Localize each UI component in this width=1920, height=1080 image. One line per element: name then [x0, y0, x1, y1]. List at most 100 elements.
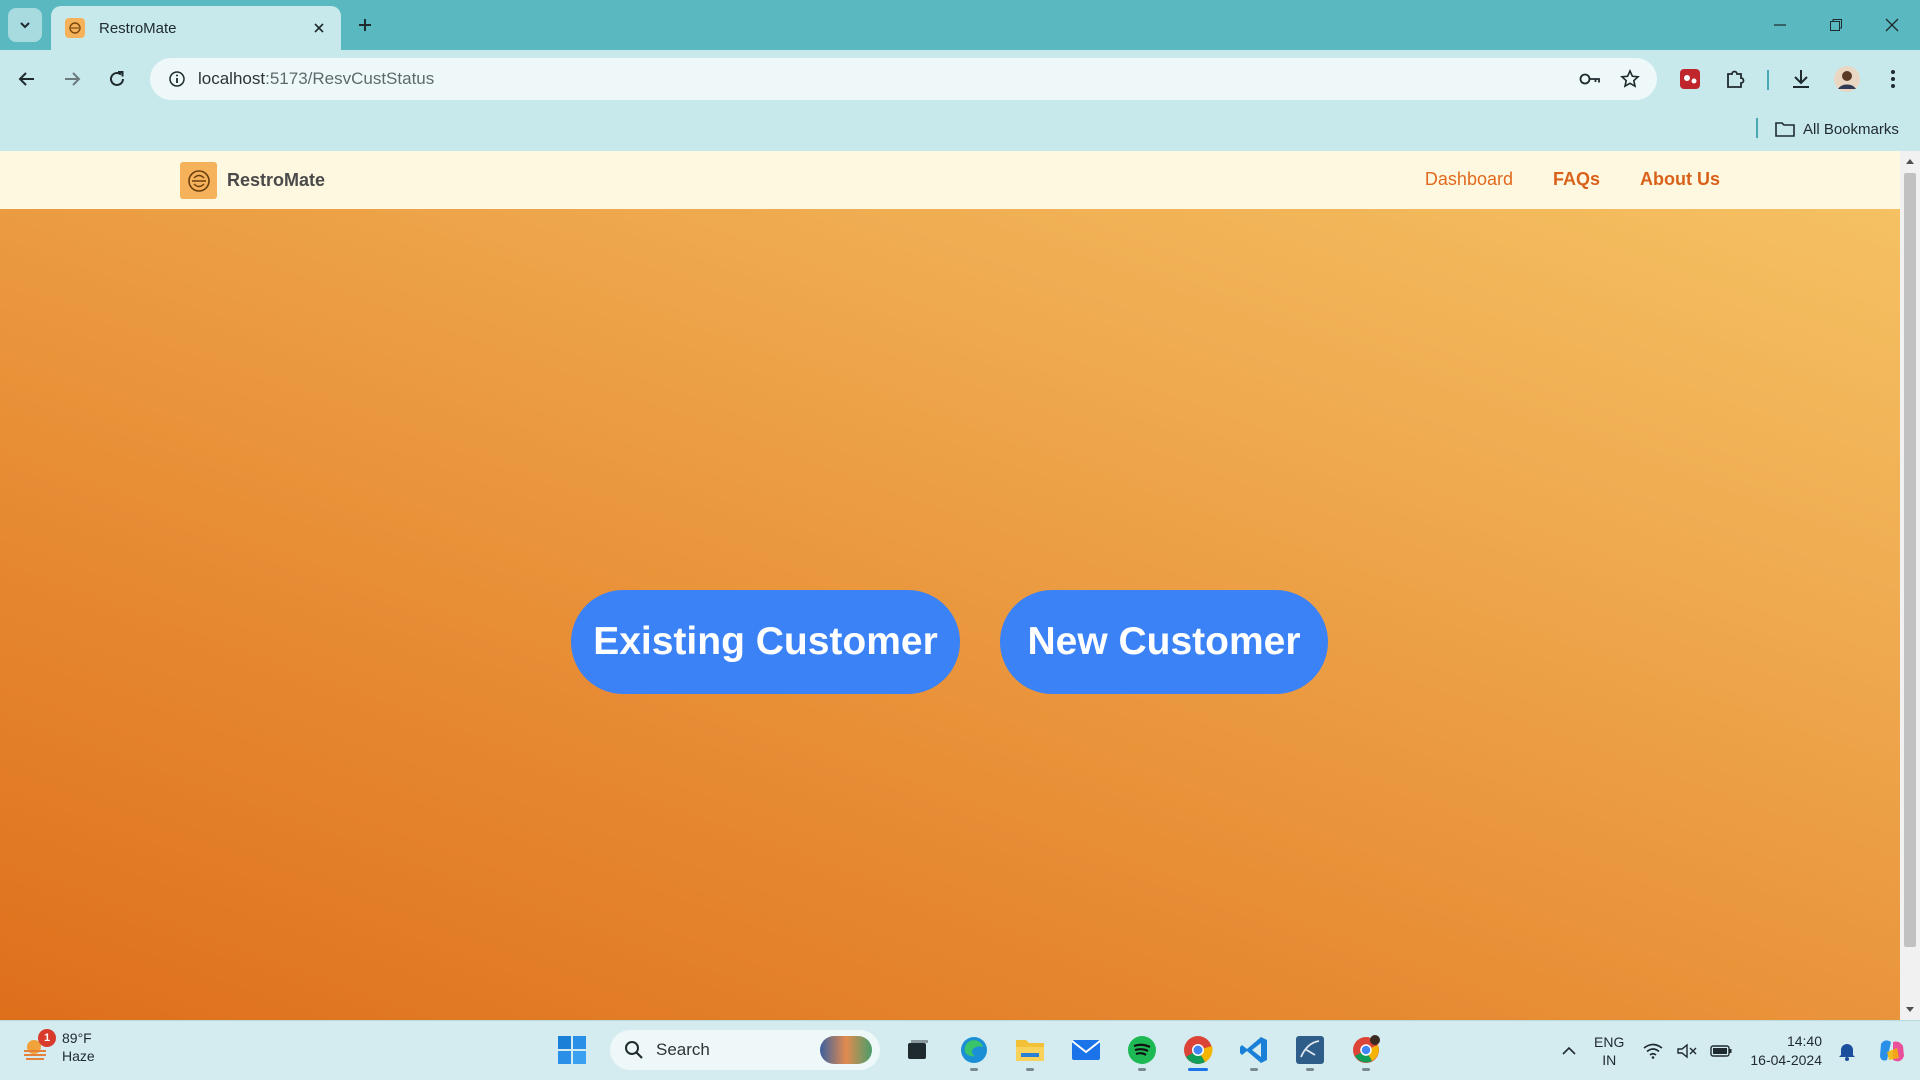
downloads-button[interactable]: [1786, 64, 1816, 94]
running-indicator: [1138, 1068, 1146, 1071]
taskbar-clock[interactable]: 14:40 16-04-2024: [1750, 1032, 1822, 1070]
nav-dashboard-link[interactable]: Dashboard: [1425, 169, 1513, 190]
spotify-icon[interactable]: [1124, 1029, 1160, 1071]
copilot-icon[interactable]: [1876, 1035, 1908, 1067]
page-viewport: RestroMate Dashboard FAQs About Us Exist…: [0, 151, 1920, 1020]
close-tab-icon[interactable]: [309, 18, 329, 38]
all-bookmarks-button[interactable]: All Bookmarks: [1775, 116, 1899, 142]
vscode-icon[interactable]: [1236, 1029, 1272, 1071]
existing-customer-button[interactable]: Existing Customer: [571, 590, 960, 694]
tab-search-button[interactable]: [8, 8, 42, 42]
edge-icon[interactable]: [956, 1029, 992, 1071]
running-indicator: [1026, 1068, 1034, 1071]
extensions-menu-button[interactable]: [1720, 64, 1750, 94]
folder-icon: [1775, 122, 1795, 137]
running-indicator: [1362, 1068, 1370, 1071]
puzzle-icon: [1727, 70, 1745, 88]
reload-button[interactable]: [102, 64, 132, 94]
notification-bell-icon[interactable]: [1836, 1040, 1858, 1062]
star-icon: [1620, 69, 1640, 88]
restore-window-button[interactable]: [1808, 0, 1864, 50]
page-scrollbar[interactable]: [1900, 151, 1920, 1020]
customer-status-section: Existing Customer New Customer: [0, 209, 1900, 1020]
scrollbar-thumb[interactable]: [1904, 173, 1916, 947]
profile-button[interactable]: [1832, 64, 1862, 94]
brand[interactable]: RestroMate: [180, 162, 325, 199]
language-region: IN: [1602, 1052, 1617, 1068]
taskbar-search-label: Search: [656, 1040, 710, 1059]
minimize-icon: [1774, 24, 1786, 26]
avatar: [1834, 66, 1860, 92]
windows-taskbar: 1 89°F Haze Search ENG IN 14:40 16-04-20…: [0, 1020, 1920, 1080]
extension-app-icon: [1680, 69, 1700, 89]
password-key-button[interactable]: [1577, 66, 1603, 92]
show-hidden-icons-chevron-icon[interactable]: [1558, 1040, 1580, 1062]
reload-icon: [110, 71, 124, 86]
nav-about-us-link[interactable]: About Us: [1640, 169, 1720, 190]
back-button[interactable]: [12, 64, 42, 94]
chrome-profile-icon[interactable]: [1348, 1029, 1384, 1071]
weather-temperature: 89°F: [62, 1030, 92, 1046]
mail-icon[interactable]: [1068, 1029, 1104, 1071]
restromate-favicon-icon: [65, 18, 85, 38]
clock-date: 16-04-2024: [1750, 1052, 1822, 1068]
bookmarks-bar: All Bookmarks: [0, 108, 1920, 151]
running-indicator: [1306, 1068, 1314, 1071]
volume-muted-icon[interactable]: [1676, 1040, 1698, 1062]
browser-menu-button[interactable]: [1878, 64, 1908, 94]
close-icon: [1885, 18, 1899, 32]
address-bar[interactable]: localhost:5173/ResvCustStatus: [150, 58, 1657, 100]
weather-notification-badge: 1: [38, 1029, 56, 1047]
key-icon: [1579, 73, 1600, 85]
url-host: localhost: [198, 69, 266, 88]
clock-time: 14:40: [1786, 1033, 1822, 1049]
chevron-down-icon: [20, 22, 30, 29]
browser-tab-restromate[interactable]: RestroMate: [51, 6, 341, 50]
task-view-icon[interactable]: [900, 1029, 936, 1071]
input-language-indicator[interactable]: ENG IN: [1594, 1033, 1624, 1069]
haze-weather-icon: 1: [22, 1029, 56, 1063]
arrow-right-icon: [65, 72, 81, 86]
restore-icon: [1830, 19, 1842, 31]
tab-title: RestroMate: [99, 19, 177, 37]
running-indicator: [970, 1068, 978, 1071]
scroll-up-arrow-icon[interactable]: [1904, 155, 1916, 167]
minimize-window-button[interactable]: [1752, 0, 1808, 50]
app-navbar: RestroMate Dashboard FAQs About Us: [0, 151, 1900, 209]
weather-condition: Haze: [62, 1048, 95, 1064]
toolbar-divider: [1767, 70, 1769, 90]
extension-button[interactable]: [1675, 64, 1705, 94]
brand-name: RestroMate: [227, 170, 326, 190]
battery-charging-icon[interactable]: [1710, 1040, 1732, 1062]
forward-button[interactable]: [57, 64, 87, 94]
search-highlight-image: [820, 1036, 872, 1064]
restromate-logo-icon: [180, 162, 217, 199]
browser-tabstrip: RestroMate: [0, 0, 1920, 50]
url-text: localhost:5173/ResvCustStatus: [198, 69, 434, 89]
weather-widget[interactable]: 1 89°F Haze: [22, 1029, 95, 1065]
mysql-workbench-icon[interactable]: [1292, 1029, 1328, 1071]
language-code: ENG: [1594, 1034, 1625, 1050]
browser-toolbar: localhost:5173/ResvCustStatus: [0, 50, 1920, 108]
new-customer-button[interactable]: New Customer: [1000, 590, 1328, 694]
bookmark-star-button[interactable]: [1617, 66, 1643, 92]
arrow-left-icon: [18, 72, 34, 86]
close-window-button[interactable]: [1864, 0, 1920, 50]
wifi-icon[interactable]: [1642, 1040, 1664, 1062]
search-icon: [625, 1041, 643, 1059]
all-bookmarks-label: All Bookmarks: [1803, 120, 1899, 138]
new-tab-button[interactable]: [352, 12, 378, 38]
plus-icon: [359, 19, 371, 31]
running-indicator: [1250, 1068, 1258, 1071]
chrome-icon[interactable]: [1180, 1029, 1216, 1071]
download-icon: [1793, 70, 1809, 88]
file-explorer-icon[interactable]: [1012, 1029, 1048, 1071]
scroll-down-arrow-icon[interactable]: [1904, 1004, 1916, 1016]
system-tray: ENG IN 14:40 16-04-2024: [1558, 1021, 1920, 1080]
nav-faqs-link[interactable]: FAQs: [1553, 169, 1600, 190]
taskbar-search-box[interactable]: Search: [610, 1030, 880, 1070]
bookmarks-divider: [1756, 118, 1758, 138]
site-info-icon[interactable]: [164, 66, 190, 92]
windows-start-icon[interactable]: [554, 1029, 590, 1071]
url-path: :5173/ResvCustStatus: [265, 69, 435, 88]
